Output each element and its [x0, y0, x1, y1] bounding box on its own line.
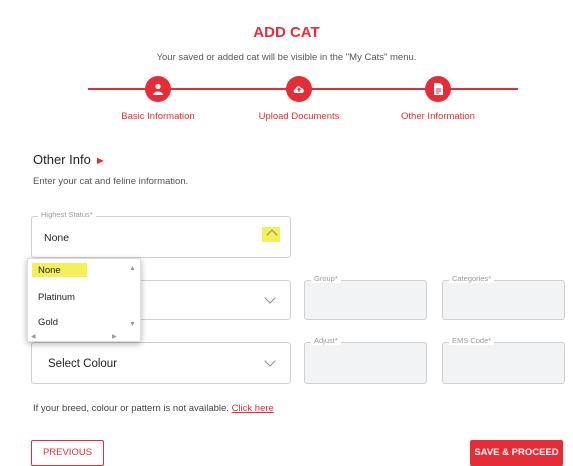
click-here-link[interactable]: Click here	[232, 403, 274, 414]
chevron-down-icon[interactable]	[264, 355, 276, 367]
scroll-up-icon[interactable]: ▲	[129, 265, 136, 272]
scroll-left-icon[interactable]: ◀	[31, 333, 36, 340]
scroll-down-icon[interactable]: ▼	[129, 321, 136, 328]
colour-placeholder: Select Colour	[48, 358, 118, 370]
step-basic-information[interactable]	[145, 76, 171, 102]
document-icon	[434, 83, 443, 95]
section-title-text: Other Info	[33, 152, 91, 167]
step-other-information[interactable]	[425, 76, 451, 102]
step-label-other: Other Information	[401, 111, 475, 122]
highest-status-dropdown[interactable]: None Platinum Gold ▲ ▼ ◀ ▶	[27, 258, 141, 342]
page-subtitle: Your saved or added cat will be visible …	[156, 52, 417, 63]
categories-field[interactable]: Categories*	[442, 274, 565, 320]
dropdown-option[interactable]: Gold	[38, 317, 58, 328]
group-field[interactable]: Group*	[304, 274, 427, 320]
colour-select[interactable]: Select Colour	[31, 342, 291, 384]
categories-label: Categories*	[449, 274, 495, 283]
step-label-basic: Basic Information	[121, 111, 195, 122]
note-text: If your breed, colour or pattern is not …	[33, 403, 229, 414]
adjust-label: Adjust*	[311, 336, 341, 345]
highest-status-value: None	[44, 232, 70, 244]
availability-note: If your breed, colour or pattern is not …	[33, 403, 274, 414]
scroll-right-icon[interactable]: ▶	[112, 333, 117, 340]
step-upload-documents[interactable]	[286, 76, 312, 102]
group-label: Group*	[311, 274, 341, 283]
cloud-upload-icon	[293, 86, 304, 93]
dropdown-option[interactable]: None	[38, 265, 61, 276]
previous-button[interactable]: PREVIOUS	[31, 440, 104, 466]
person-icon	[153, 83, 163, 95]
section-subtitle: Enter your cat and feline information.	[33, 176, 189, 187]
chevron-down-icon[interactable]	[264, 292, 276, 304]
dropdown-option[interactable]: Platinum	[38, 292, 75, 303]
ems-code-field[interactable]: EMS Code*	[442, 336, 565, 384]
ems-code-label: EMS Code*	[449, 336, 495, 345]
highest-status-select[interactable]: Highest Status* None	[31, 210, 291, 258]
page-title: ADD CAT	[253, 24, 320, 41]
adjust-field[interactable]: Adjust*	[304, 336, 427, 384]
step-label-upload: Upload Documents	[258, 111, 340, 122]
save-proceed-button[interactable]: SAVE & PROCEED	[470, 440, 563, 466]
section-title: Other Info ►	[33, 152, 106, 167]
chevron-right-icon: ►	[94, 155, 106, 167]
highest-status-label: Highest Status*	[38, 210, 96, 219]
